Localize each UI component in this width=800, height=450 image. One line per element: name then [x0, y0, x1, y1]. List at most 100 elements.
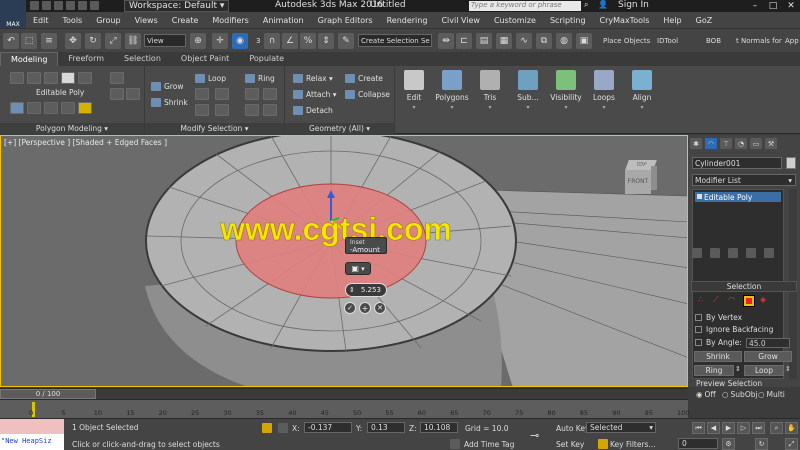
undo-icon[interactable]	[66, 1, 75, 10]
idtool-button[interactable]: IDTool	[657, 37, 678, 45]
shrink-button[interactable]: Shrink	[151, 97, 188, 108]
polygon-mode-icon[interactable]	[61, 72, 75, 84]
edge-subobject-icon[interactable]: ⟋	[713, 295, 723, 305]
workspace-dropdown[interactable]: Workspace: Default ▾	[124, 0, 230, 12]
viewcube[interactable]: TOP FRONT	[623, 160, 657, 194]
percent-snap-icon[interactable]: %	[300, 33, 316, 49]
menu-animation[interactable]: Animation	[256, 16, 311, 25]
modify-tab-icon[interactable]: ◠	[705, 138, 717, 149]
visibility-ribbon-button[interactable]: Visibility ▾	[549, 68, 583, 120]
menu-customize[interactable]: Customize	[487, 16, 543, 25]
border-mode-icon[interactable]	[44, 72, 58, 84]
align-ribbon-button[interactable]: Align ▾	[625, 68, 659, 120]
sign-in-link[interactable]: Sign In	[618, 0, 649, 10]
next-modifier-icon[interactable]	[110, 88, 124, 100]
menu-tools[interactable]: Tools	[56, 16, 90, 25]
play-icon[interactable]: ▶	[722, 422, 735, 434]
modify-mode-icon[interactable]	[10, 102, 24, 114]
y-coordinate-field[interactable]: 0.13	[367, 422, 405, 433]
menu-help[interactable]: Help	[656, 16, 688, 25]
add-time-tag-button[interactable]: Add Time Tag	[464, 440, 514, 449]
set-key-button[interactable]: Set Key	[556, 440, 584, 449]
grow-button[interactable]: Grow	[744, 351, 792, 362]
select-by-name-icon[interactable]: ≡	[41, 33, 57, 49]
collapse-stack-icon[interactable]	[78, 102, 92, 114]
normals-button[interactable]: t Normals for	[736, 37, 782, 45]
element-subobject-icon[interactable]: ◈	[760, 295, 770, 305]
ribbon-tab-selection[interactable]: Selection	[114, 52, 171, 66]
menu-modifiers[interactable]: Modifiers	[205, 16, 256, 25]
menu-crymaxtools[interactable]: CryMaxTools	[593, 16, 657, 25]
detach-button[interactable]: Detach	[293, 105, 333, 116]
time-slider[interactable]: 0 / 100	[0, 388, 688, 399]
snap-toggle-label[interactable]: 3	[256, 37, 260, 45]
tris-ribbon-button[interactable]: Tris ▾	[473, 68, 507, 120]
loop-option-icon[interactable]	[195, 88, 209, 100]
app-button[interactable]: App	[785, 37, 799, 45]
border-subobject-icon[interactable]: ◠	[728, 295, 738, 305]
by-angle-checkbox[interactable]: By Angle:	[695, 338, 742, 347]
vertex-subobject-icon[interactable]: ∴	[698, 295, 708, 305]
menu-edit[interactable]: Edit	[26, 16, 56, 25]
spinner-snap-icon[interactable]: ⇕	[318, 33, 334, 49]
orbit-icon[interactable]: ↻	[755, 438, 768, 450]
ring-option-4-icon[interactable]	[263, 104, 277, 116]
vertex-mode-icon[interactable]	[10, 72, 24, 84]
go-to-end-icon[interactable]: ⏭	[752, 422, 765, 434]
lock-selection-icon[interactable]	[262, 423, 272, 433]
ring-button[interactable]: Ring	[245, 73, 275, 84]
display-tab-icon[interactable]: ▭	[750, 138, 762, 149]
polygon-modeling-title[interactable]: Polygon Modeling ▾	[0, 123, 144, 134]
preview-subobj-radio[interactable]: ○ SubObj	[722, 390, 758, 399]
edge-mode-icon[interactable]	[27, 72, 41, 84]
x-coordinate-field[interactable]: -0.137	[304, 422, 352, 433]
material-editor-icon[interactable]: ◍	[556, 33, 572, 49]
pivot-center-icon[interactable]: ⊕	[190, 33, 206, 49]
edit-named-selection-icon[interactable]: ✎	[338, 33, 354, 49]
relax-button[interactable]: Relax ▾	[293, 73, 333, 84]
ribbon-tab-modeling[interactable]: Modeling	[0, 52, 59, 66]
utilities-tab-icon[interactable]: ⚒	[765, 138, 777, 149]
loop-option-3-icon[interactable]	[195, 104, 209, 116]
select-move-icon[interactable]: ✥	[65, 33, 81, 49]
current-frame-field[interactable]: 0	[678, 438, 718, 449]
maximize-icon[interactable]: □	[764, 0, 782, 12]
track-bar[interactable]: 0 5 10 15 20 25 30 35 40 45 50 55 60 65 70 75 80 85 90 95 10…	[0, 399, 689, 418]
absolute-mode-icon[interactable]	[278, 423, 288, 433]
open-file-icon[interactable]	[42, 1, 51, 10]
angle-snap-icon[interactable]: ∠	[282, 33, 298, 49]
preserve-uvs-icon[interactable]	[27, 102, 41, 114]
pin-stack-icon[interactable]	[692, 248, 702, 258]
angle-spinner[interactable]: 45.0	[746, 338, 790, 348]
object-color-swatch[interactable]	[786, 157, 796, 169]
show-cage-icon[interactable]	[44, 102, 58, 114]
loop-spinner-icon[interactable]: ⇕	[785, 365, 791, 373]
render-setup-icon[interactable]: ▣	[576, 33, 592, 49]
sub-ribbon-button[interactable]: Sub... ▾	[511, 68, 545, 120]
menu-civil-view[interactable]: Civil View	[434, 16, 487, 25]
attach-button[interactable]: Attach ▾	[293, 89, 337, 100]
previous-frame-icon[interactable]: ◀	[707, 422, 720, 434]
layer-explorer-icon[interactable]: ▤	[476, 33, 492, 49]
polygon-subobject-icon[interactable]	[743, 295, 755, 307]
select-manipulate-icon[interactable]: ✛	[212, 33, 228, 49]
select-link-icon[interactable]: ⛓	[125, 33, 141, 49]
show-end-result-icon[interactable]	[710, 248, 720, 258]
loop-button[interactable]: Loop	[195, 73, 226, 84]
configure-sets-icon[interactable]	[764, 248, 774, 258]
maxscript-input-line[interactable]: "New HeapSiz	[0, 434, 64, 450]
save-file-icon[interactable]	[54, 1, 63, 10]
time-slider-thumb[interactable]: 0 / 100	[0, 389, 96, 399]
collapse-button[interactable]: Collapse	[345, 89, 390, 100]
schematic-view-icon[interactable]: ⧉	[536, 33, 552, 49]
snaps-toggle-icon[interactable]: ∩	[264, 33, 280, 49]
menu-goz[interactable]: GoZ	[689, 16, 720, 25]
grow-button[interactable]: Grow	[151, 81, 183, 92]
caddy-apply-icon[interactable]: +	[359, 302, 371, 314]
ring-option-3-icon[interactable]	[245, 104, 259, 116]
geometry-title[interactable]: Geometry (All) ▾	[285, 123, 394, 134]
project-folder-icon[interactable]	[90, 1, 99, 10]
shrink-button[interactable]: Shrink	[694, 351, 742, 362]
key-filters-button[interactable]: Key Filters...	[610, 440, 656, 449]
zoom-icon[interactable]: ⌕	[770, 422, 783, 434]
